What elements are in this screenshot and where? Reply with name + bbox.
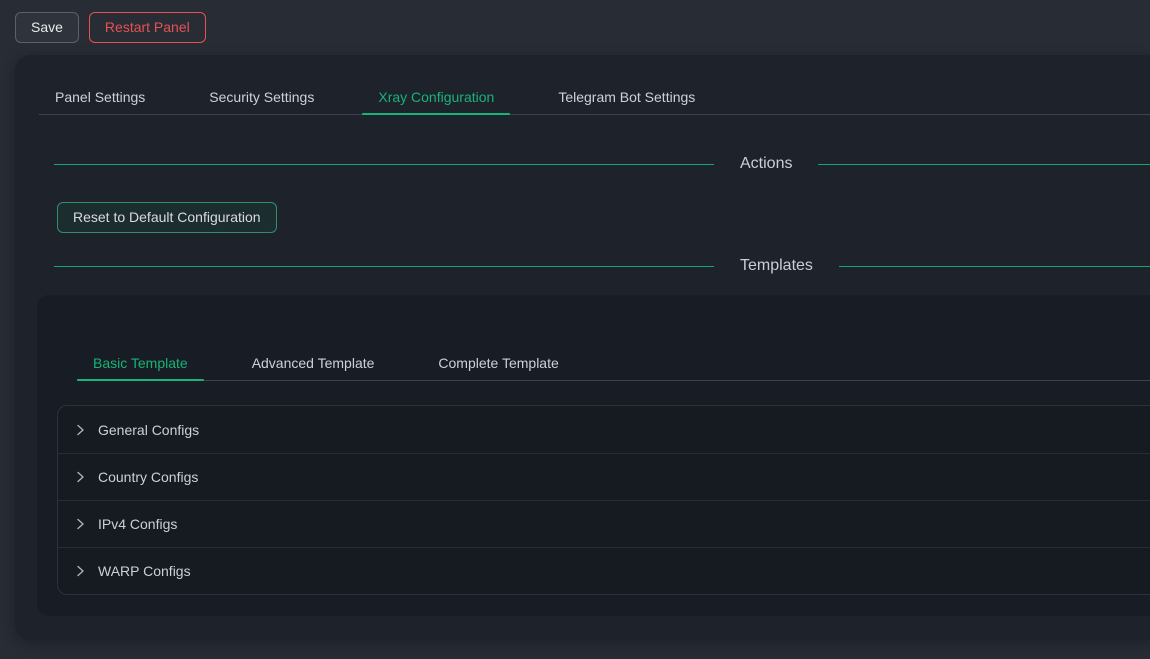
divider-line: [818, 164, 1150, 165]
tab-security-settings[interactable]: Security Settings: [193, 79, 330, 114]
divider-line: [54, 164, 714, 165]
collapse-header-ipv4-configs[interactable]: IPv4 Configs: [58, 500, 1150, 547]
settings-tab-bar: Panel Settings Security Settings Xray Co…: [39, 79, 1150, 115]
reset-default-configuration-button[interactable]: Reset to Default Configuration: [57, 202, 277, 233]
collapse-header-warp-configs[interactable]: WARP Configs: [58, 547, 1150, 594]
tab-panel-settings[interactable]: Panel Settings: [39, 79, 161, 114]
chevron-right-icon: [74, 518, 86, 530]
collapse-label: IPv4 Configs: [98, 516, 177, 532]
toolbar: Save Restart Panel: [15, 12, 206, 43]
chevron-right-icon: [74, 424, 86, 436]
template-tab-bar: Basic Template Advanced Template Complet…: [77, 345, 1150, 381]
template-config-collapse: General Configs Country Configs IPv4 Con…: [57, 405, 1150, 595]
tab-advanced-template[interactable]: Advanced Template: [236, 345, 391, 380]
divider-line: [54, 266, 714, 267]
save-button[interactable]: Save: [15, 12, 79, 43]
chevron-right-icon: [74, 471, 86, 483]
collapse-label: General Configs: [98, 422, 199, 438]
collapse-header-country-configs[interactable]: Country Configs: [58, 453, 1150, 500]
actions-divider-label: Actions: [714, 155, 818, 173]
actions-divider: Actions: [54, 153, 1150, 175]
settings-card: Panel Settings Security Settings Xray Co…: [15, 55, 1150, 640]
templates-card: Basic Template Advanced Template Complet…: [37, 295, 1150, 616]
tab-xray-configuration[interactable]: Xray Configuration: [362, 79, 510, 114]
chevron-right-icon: [74, 565, 86, 577]
tab-basic-template[interactable]: Basic Template: [77, 345, 204, 380]
templates-divider-label: Templates: [714, 257, 839, 275]
tab-telegram-bot-settings[interactable]: Telegram Bot Settings: [542, 79, 711, 114]
collapse-header-general-configs[interactable]: General Configs: [58, 406, 1150, 453]
divider-line: [839, 266, 1150, 267]
collapse-label: Country Configs: [98, 469, 198, 485]
restart-panel-button[interactable]: Restart Panel: [89, 12, 206, 43]
tab-complete-template[interactable]: Complete Template: [422, 345, 574, 380]
templates-divider: Templates: [54, 255, 1150, 277]
collapse-label: WARP Configs: [98, 563, 191, 579]
